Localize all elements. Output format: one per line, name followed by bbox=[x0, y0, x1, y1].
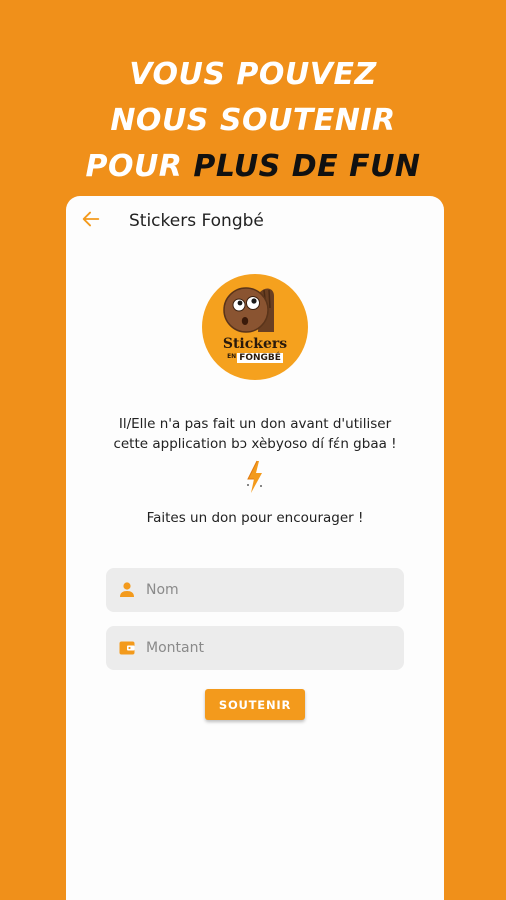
amount-input[interactable] bbox=[146, 626, 396, 670]
stickers-fongbe-logo: Stickers EN FONGBÉ bbox=[202, 274, 308, 380]
headline-line-2: NOUS SOUTENIR bbox=[110, 103, 396, 138]
app-screen: Stickers Fongbé Stickers EN FONGBÉ Il/Ell… bbox=[66, 196, 444, 900]
arrow-left-icon[interactable] bbox=[80, 208, 102, 230]
headline-highlight: PLUS DE FUN bbox=[193, 149, 421, 184]
name-input[interactable] bbox=[146, 568, 396, 612]
app-bar: Stickers Fongbé bbox=[66, 196, 444, 248]
headline-line-1: VOUS POUVEZ bbox=[129, 57, 377, 92]
emoji-face-icon bbox=[223, 287, 274, 333]
app-title: Stickers Fongbé bbox=[129, 211, 264, 231]
wallet-icon bbox=[119, 641, 135, 655]
lightning-bolt-icon bbox=[247, 460, 262, 493]
encourage-text: Faites un don pour encourager ! bbox=[146, 510, 364, 526]
soutenir-button[interactable]: SOUTENIR bbox=[205, 689, 305, 720]
logo-brand: FONGBÉ bbox=[237, 353, 283, 363]
donation-message-line-2: cette application bɔ xèbyoso dí fɛ́n gba… bbox=[113, 436, 397, 452]
promo-headline: VOUS POUVEZ NOUS SOUTENIR POUR PLUS DE F… bbox=[0, 52, 506, 190]
logo-title: Stickers bbox=[222, 336, 288, 352]
amount-field bbox=[106, 626, 404, 670]
person-icon bbox=[120, 582, 134, 597]
name-field bbox=[106, 568, 404, 612]
headline-line-3-prefix: POUR bbox=[85, 149, 194, 184]
logo-subtitle: EN FONGBÉ bbox=[202, 353, 308, 363]
headline-line-3: POUR PLUS DE FUN bbox=[0, 144, 506, 190]
donation-message: Il/Elle n'a pas fait un don avant d'util… bbox=[86, 414, 424, 454]
donation-message-line-1: Il/Elle n'a pas fait un don avant d'util… bbox=[118, 416, 392, 432]
logo-en: EN bbox=[227, 353, 237, 360]
